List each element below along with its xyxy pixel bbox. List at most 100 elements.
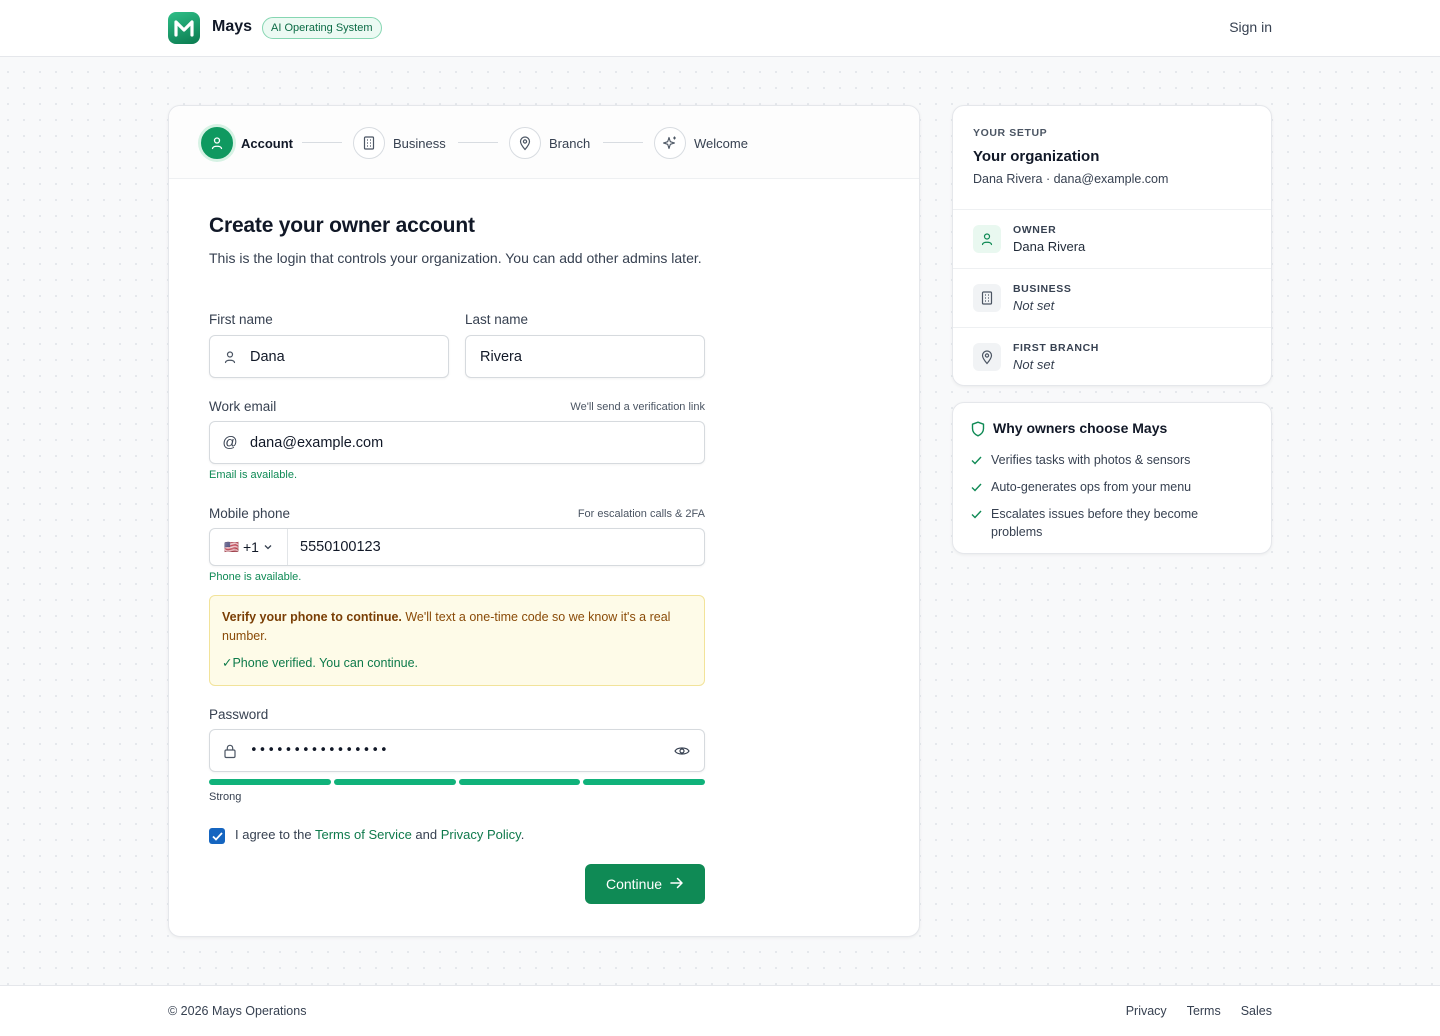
lock-icon: [210, 743, 250, 759]
password-value: ••••••••••••••••: [250, 743, 389, 758]
agree-suffix: .: [520, 827, 525, 842]
shield-icon: [971, 421, 985, 442]
page-title: Create your owner account: [209, 214, 475, 237]
setup-row-value: Dana Rivera: [1013, 239, 1086, 254]
page-subtitle: This is the login that controls your org…: [209, 250, 702, 266]
arrow-right-icon: [670, 876, 684, 892]
setup-summary-panel: YOUR SETUP Your organization Dana Rivera…: [952, 105, 1272, 386]
map-pin-icon: [509, 127, 541, 159]
setup-row-value: Not set: [1013, 298, 1055, 313]
last-name-field[interactable]: Rivera: [465, 335, 705, 378]
setup-row-owner: OWNER Dana Rivera: [953, 209, 1271, 268]
phone-verify-notice: Verify your phone to continue. We'll tex…: [209, 595, 705, 686]
phone-status: Phone is available.: [209, 571, 302, 583]
email-label: Work email: [209, 399, 277, 414]
last-name-value: Rivera: [480, 348, 522, 365]
strength-segment: [209, 779, 331, 785]
organization-name: Your organization: [973, 148, 1100, 165]
agree-prefix: I agree to the: [235, 827, 315, 842]
mays-logo-icon[interactable]: [168, 12, 200, 44]
email-status: Email is available.: [209, 469, 298, 481]
sign-in-link[interactable]: Sign in: [1229, 19, 1272, 35]
list-item: Auto-generates ops from your menu: [971, 478, 1251, 497]
at-icon: @: [222, 434, 238, 451]
setup-row-first-branch: FIRST BRANCH Not set: [953, 327, 1271, 386]
check-icon: [971, 505, 991, 541]
strength-segment: [583, 779, 705, 785]
terms-agreement: I agree to the Terms of Service and Priv…: [235, 827, 524, 842]
account-form-header: Create your owner account This is the lo…: [209, 214, 705, 269]
step-connector: [458, 142, 498, 143]
verify-success: ✓Phone verified. You can continue.: [222, 656, 419, 670]
top-bar: Mays AI Operating System Sign in: [0, 0, 1440, 57]
step-account[interactable]: Account: [201, 126, 293, 160]
user-icon: [201, 127, 233, 159]
strength-segment: [333, 779, 456, 785]
sparkle-icon: [654, 127, 686, 159]
step-label: Welcome: [694, 135, 748, 151]
brand-tag-badge: AI Operating System: [262, 17, 382, 39]
password-label: Password: [209, 707, 269, 722]
last-name-label: Last name: [465, 312, 529, 327]
benefit-list: Verifies tasks with photos & sensors Aut…: [971, 451, 1251, 549]
footer: © 2026 Mays Operations Privacy Terms Sal…: [0, 985, 1440, 1036]
us-flag-icon: 🇺🇸: [224, 540, 239, 554]
why-title: Why owners choose Mays: [993, 420, 1168, 436]
setup-row-key: FIRST BRANCH: [1013, 342, 1099, 354]
user-icon: [973, 225, 1001, 253]
benefit-text: Verifies tasks with photos & sensors: [991, 453, 1191, 467]
first-name-value: Dana: [250, 348, 285, 365]
step-connector: [302, 142, 342, 143]
chevron-down-icon: [263, 539, 273, 555]
terms-of-service-link[interactable]: Terms of Service: [315, 827, 412, 842]
privacy-policy-link[interactable]: Privacy Policy: [441, 827, 521, 842]
footer-link-terms[interactable]: Terms: [1187, 1004, 1221, 1018]
phone-label: Mobile phone: [209, 506, 291, 521]
why-mays-panel: Why owners choose Mays Verifies tasks wi…: [952, 402, 1272, 554]
phone-hint: For escalation calls & 2FA: [577, 508, 705, 520]
first-name-field[interactable]: Dana: [209, 335, 449, 378]
phone-value: 5550100123: [300, 539, 381, 555]
terms-checkbox[interactable]: [209, 828, 225, 844]
password-field[interactable]: ••••••••••••••••: [209, 729, 705, 772]
footer-link-privacy[interactable]: Privacy: [1126, 1004, 1167, 1018]
step-branch[interactable]: Branch: [509, 126, 590, 160]
benefit-text: Escalates issues before they become prob…: [991, 507, 1199, 539]
setup-row-business: BUSINESS Not set: [953, 268, 1271, 327]
step-label: Branch: [549, 135, 591, 151]
benefit-text: Auto-generates ops from your menu: [991, 480, 1192, 494]
email-hint: We'll send a verification link: [570, 401, 705, 413]
list-item: Verifies tasks with photos & sensors: [971, 451, 1251, 470]
country-code: +1: [242, 539, 259, 555]
phone-field[interactable]: 🇺🇸 +1 5550100123: [209, 528, 705, 566]
footer-link-sales[interactable]: Sales: [1241, 1004, 1272, 1018]
eye-icon[interactable]: [660, 745, 704, 757]
owner-summary: Dana Rivera · dana@example.com: [973, 172, 1169, 186]
step-connector: [603, 142, 643, 143]
brand-name: Mays: [212, 18, 253, 35]
continue-button[interactable]: Continue: [585, 864, 705, 904]
step-business[interactable]: Business: [353, 126, 446, 160]
email-value: dana@example.com: [250, 434, 384, 451]
building-icon: [353, 127, 385, 159]
signup-card: Account Business Branch Welcome Create y…: [168, 105, 920, 937]
email-field[interactable]: @ dana@example.com: [209, 421, 705, 464]
step-label: Account: [241, 135, 293, 151]
setup-row-key: BUSINESS: [1013, 283, 1072, 295]
building-icon: [973, 284, 1001, 312]
first-name-label: First name: [209, 312, 273, 327]
password-strength-meter: [209, 779, 705, 785]
verify-message: Verify your phone to continue. We'll tex…: [222, 608, 692, 646]
user-icon: [210, 350, 250, 364]
map-pin-icon: [973, 343, 1001, 371]
list-item: Escalates issues before they become prob…: [971, 505, 1251, 541]
progress-stepper: Account Business Branch Welcome: [169, 106, 919, 179]
step-welcome[interactable]: Welcome: [654, 126, 748, 160]
step-label: Business: [393, 135, 446, 151]
country-code-select[interactable]: 🇺🇸 +1: [210, 529, 288, 565]
check-icon: [971, 451, 991, 470]
setup-row-value: Not set: [1013, 357, 1055, 372]
setup-row-key: OWNER: [1013, 224, 1057, 236]
copyright: © 2026 Mays Operations: [168, 1004, 307, 1018]
password-strength-label: Strong: [209, 791, 242, 803]
